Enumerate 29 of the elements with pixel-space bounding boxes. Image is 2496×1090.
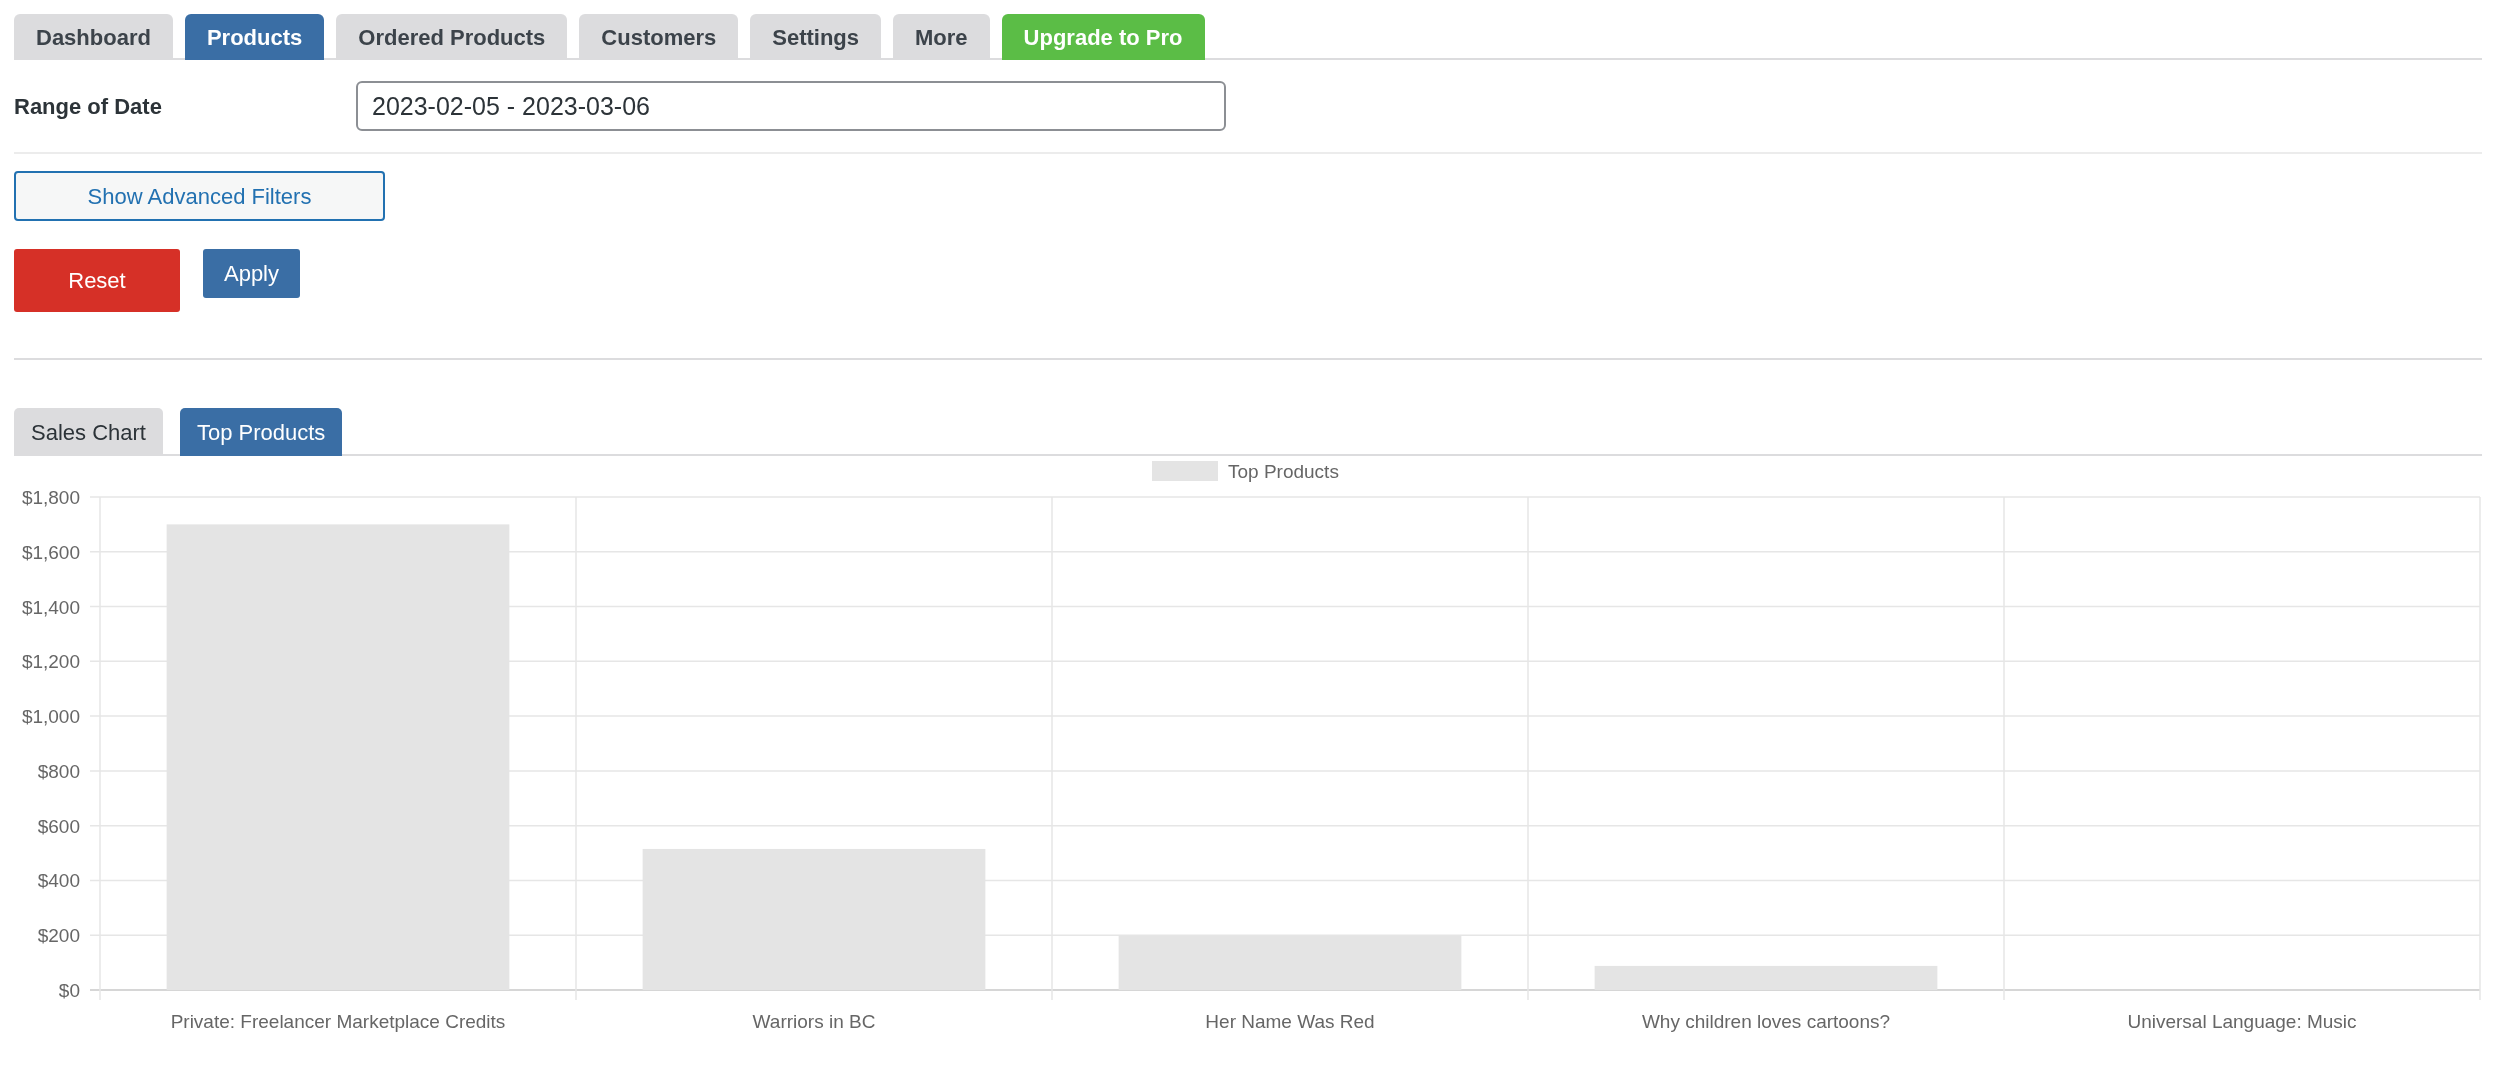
nav-tab[interactable]: Customers <box>579 14 739 60</box>
axis-category-label: Why children loves cartoons? <box>1641 1011 1891 1032</box>
apply-button[interactable]: Apply <box>203 249 300 298</box>
axis-tick-label: $1,000 <box>21 706 80 728</box>
nav-tab[interactable]: Products <box>184 14 325 60</box>
axis-tick-label: $0 <box>58 980 80 1001</box>
axis-tick-label: $1,400 <box>21 596 80 618</box>
chart-tab[interactable]: Sales Chart <box>14 408 163 456</box>
axis-tick-label: $200 <box>37 925 80 947</box>
axis-tick-label: $1,200 <box>21 651 80 673</box>
chart-tab[interactable]: Top Products <box>179 408 343 456</box>
legend-label: Top Products <box>1228 461 1339 482</box>
axis-category-label: Warriors in BC <box>752 1011 876 1032</box>
field-label: Range of Date <box>14 92 163 121</box>
axis-tick-label: $600 <box>37 815 80 837</box>
axis-category-label: Her Name Was Red <box>1205 1011 1375 1032</box>
date-range-field[interactable]: 2023-02-05 - 2023-03-06 <box>356 81 1226 131</box>
nav-tab[interactable]: More <box>893 14 990 60</box>
nav-tab[interactable]: Ordered Products <box>336 14 568 60</box>
nav-tab[interactable]: Dashboard <box>14 14 173 60</box>
axis-tick-label: $1,800 <box>21 487 80 508</box>
axis-tick-label: $400 <box>37 870 80 892</box>
axis-category-label: Private: Freelancer Marketplace Credits <box>170 1011 506 1032</box>
nav-tab[interactable]: Settings <box>750 14 882 60</box>
axis-category-label: Universal Language: Music <box>2127 1011 2357 1032</box>
axis-tick-label: $800 <box>37 760 80 782</box>
axis-tick-label: $1,600 <box>21 541 80 563</box>
reset-button[interactable]: Reset <box>14 249 180 312</box>
show-advanced-filters-button[interactable]: Show Advanced Filters <box>14 171 385 221</box>
